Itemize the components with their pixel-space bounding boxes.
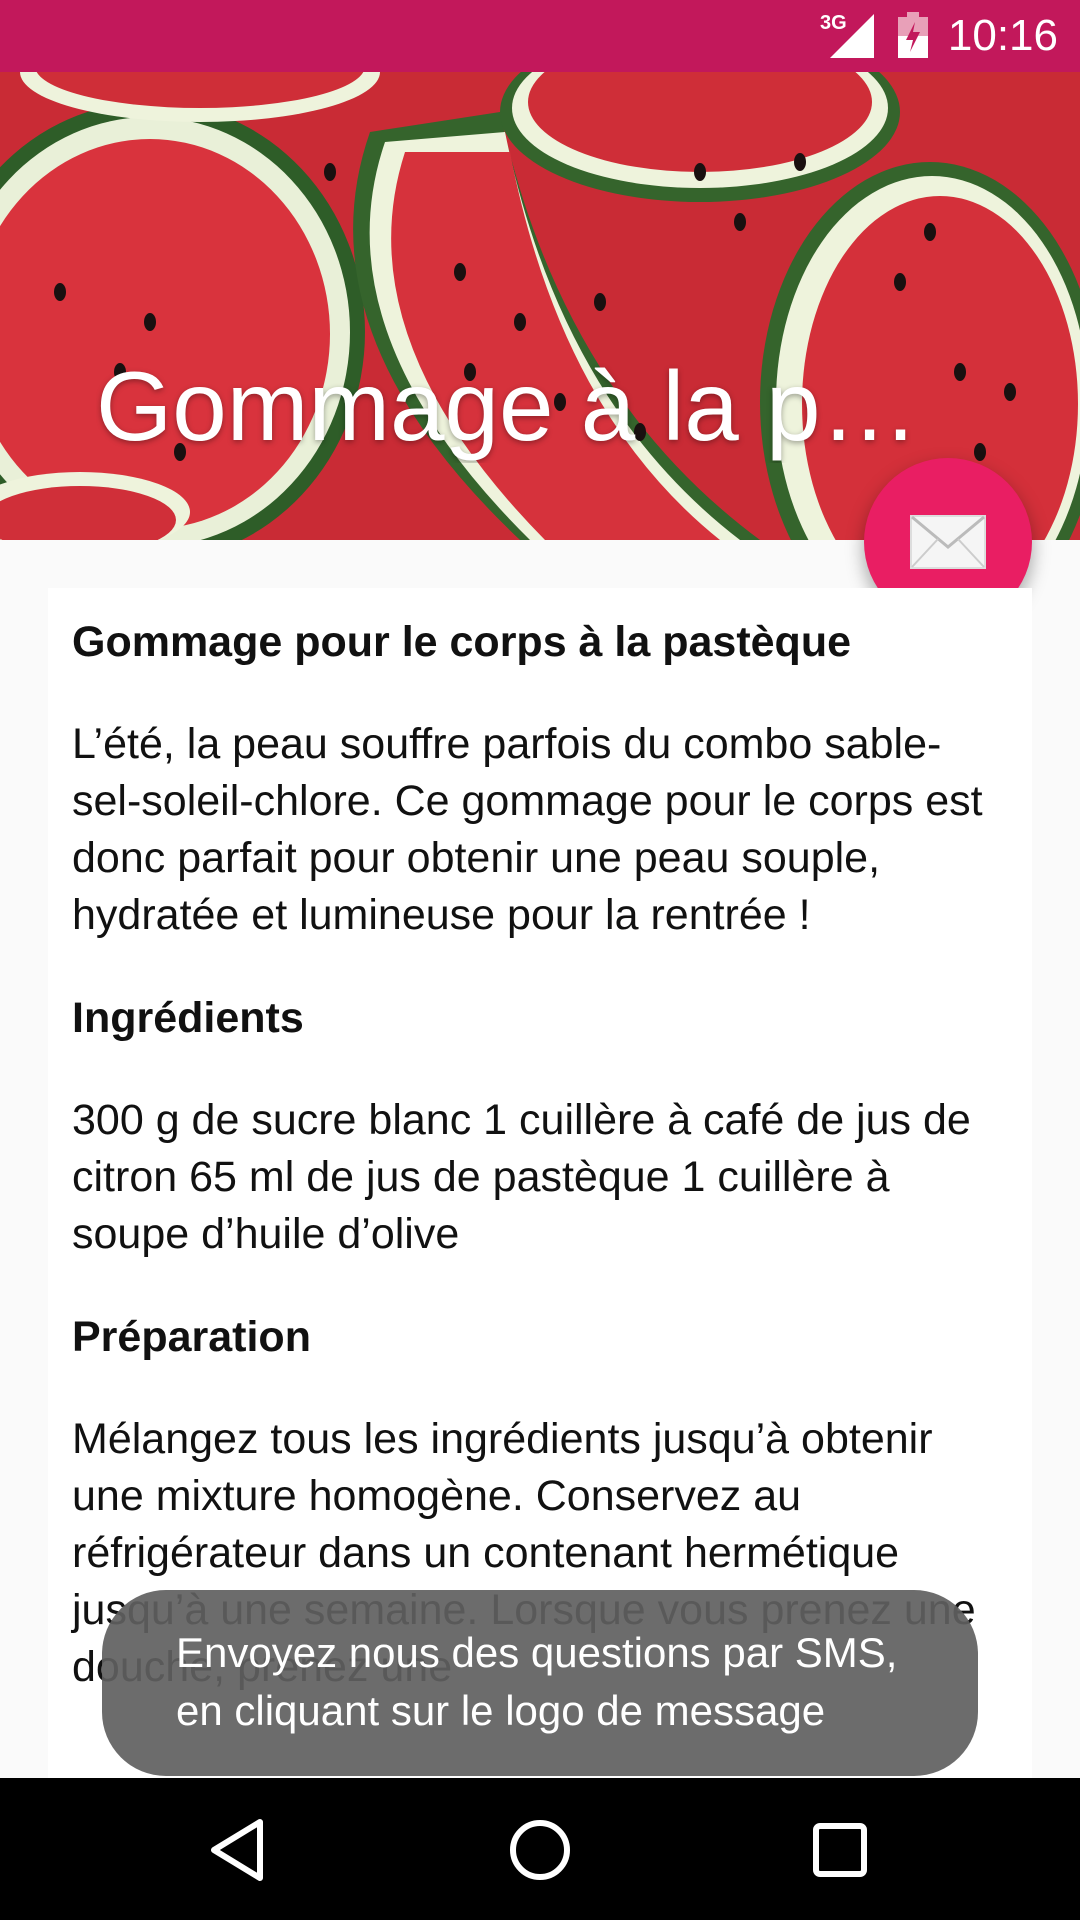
battery-charging-icon	[898, 12, 928, 58]
preparation-heading: Préparation	[72, 1313, 311, 1361]
recents-square-icon[interactable]	[798, 1808, 882, 1892]
signal-icon	[830, 14, 874, 58]
status-bar: 3G 10:16	[0, 0, 1080, 72]
article-intro: L’été, la peau souffre parfois du combo …	[72, 720, 983, 939]
back-triangle-icon[interactable]	[198, 1808, 282, 1892]
article-heading: Gommage pour le corps à la pastèque	[72, 618, 851, 666]
home-circle-icon[interactable]	[498, 1808, 582, 1892]
toast-line-2: en cliquant sur le logo de message	[176, 1687, 826, 1734]
toast-line-1: Envoyez nous des questions par SMS,	[176, 1629, 898, 1676]
envelope-icon	[910, 515, 986, 569]
ingredients-heading: Ingrédients	[72, 994, 304, 1042]
clock: 10:16	[947, 11, 1058, 60]
page-title: Gommage à la pa…	[96, 351, 956, 461]
toast-message: Envoyez nous des questions par SMS, en c…	[102, 1590, 978, 1776]
navigation-bar	[0, 1778, 1080, 1920]
ingredients-text: 300 g de sucre blanc 1 cuillère à café d…	[72, 1096, 971, 1258]
